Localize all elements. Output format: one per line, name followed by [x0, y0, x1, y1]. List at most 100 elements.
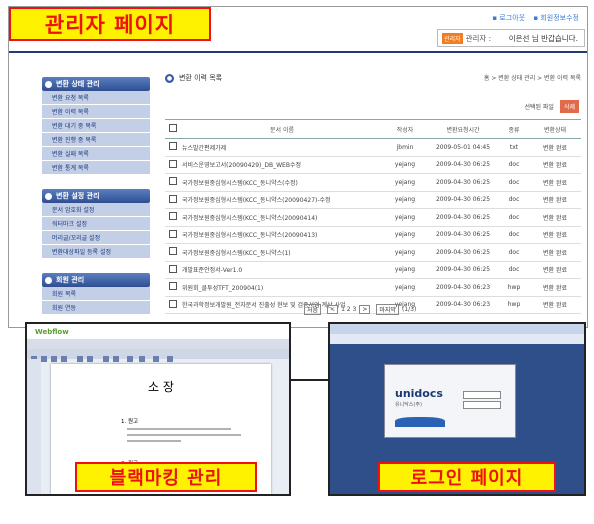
- login-screenshot: unidocs 유니닥스(주) 로그인 페이지: [328, 322, 586, 496]
- sidebar-section-members[interactable]: 회원 관리: [42, 273, 150, 287]
- sidebar-item[interactable]: 회원 목록: [42, 287, 150, 301]
- login-password-input[interactable]: [463, 401, 501, 409]
- table-row[interactable]: 국가정보원중심형시스템(KCC_동니약스(20090414) yejang 2009…: [165, 208, 581, 227]
- table-row[interactable]: 국가정보원중심형시스템(KCC_동니약스(20090427)-수정 yejang 2…: [165, 191, 581, 209]
- type-cell: hwp: [499, 296, 529, 314]
- main-content: ● 변환 이력 목록 홈 > 변환 상태 관리 > 변환 이력 목록 선택된 파일…: [165, 73, 585, 315]
- table-row[interactable]: 뉴스발간편제가제 jbmin 2009-05-01 04:45 txt 변환 완료: [165, 138, 581, 157]
- breadcrumb: 홈 > 변환 상태 관리 > 변환 이력 목록: [483, 75, 581, 82]
- col-author: 작성자: [383, 119, 427, 139]
- request-time-cell: 2009-05-01 04:45: [427, 138, 499, 157]
- author-cell: yejang: [383, 191, 427, 209]
- row-checkbox[interactable]: [169, 142, 177, 151]
- type-cell: doc: [499, 243, 529, 262]
- doc-name-cell[interactable]: 국가정보원중심형시스템(KCC_동니약스(수정): [181, 173, 383, 192]
- toolbar-icons: [31, 356, 173, 362]
- page-numbers[interactable]: 1 2 3: [341, 306, 356, 313]
- sidebar-item[interactable]: 문서 암호화 설정: [42, 203, 150, 217]
- next-page-button[interactable]: >: [359, 305, 371, 314]
- status-cell: 변환 완료: [529, 173, 581, 192]
- blackmarking-title-label: 블랙마킹 관리: [75, 462, 257, 492]
- sidebar-item[interactable]: 회원 연동: [42, 301, 150, 315]
- author-cell: yejang: [383, 226, 427, 244]
- admin-screenshot: 관리자 페이지 ▪ 로그아웃 ▪ 회원정보수정 관리자 관리자 : 이은선 님 …: [8, 6, 588, 328]
- status-cell: 변환 완료: [529, 138, 581, 157]
- selected-files-label[interactable]: 선택된 파일: [524, 102, 554, 111]
- sidebar-item[interactable]: 변환 통계 목록: [42, 161, 150, 175]
- table-row[interactable]: 개발표준안정서-Ver1.0 yejang 2009-04-30 06:25 doc 변…: [165, 261, 581, 279]
- status-cell: 변환 완료: [529, 156, 581, 174]
- type-cell: doc: [499, 261, 529, 279]
- row-checkbox[interactable]: [169, 299, 177, 308]
- table-row[interactable]: 국가정보원중심형시스템(KCC_동니약스(1) yejang 2009-04-30 …: [165, 243, 581, 262]
- doc-name-cell[interactable]: 국가정보원중심형시스템(KCC_동니약스(20090427)-수정: [181, 191, 383, 209]
- edit-profile-link[interactable]: ▪ 회원정보수정: [533, 14, 579, 22]
- row-checkbox[interactable]: [169, 264, 177, 273]
- row-checkbox[interactable]: [169, 247, 177, 256]
- doc-name-cell[interactable]: 개발표준안정서-Ver1.0: [181, 261, 383, 279]
- request-time-cell: 2009-04-30 06:25: [427, 226, 499, 244]
- row-checkbox[interactable]: [169, 159, 177, 168]
- row-checkbox[interactable]: [169, 282, 177, 291]
- unidocs-subtitle: 유니닥스(주): [395, 402, 422, 408]
- row-checkbox[interactable]: [169, 212, 177, 221]
- doc-name-cell[interactable]: 뉴스발간편제가제: [181, 138, 383, 157]
- connector-line: [287, 379, 328, 381]
- webflow-menubar: [27, 339, 289, 349]
- request-time-cell: 2009-04-30 06:25: [427, 261, 499, 279]
- browser-toolbar: [330, 324, 584, 334]
- table-row[interactable]: 국가정보원중심형시스템(KCC_동니약스(20090413) yejang 2009…: [165, 226, 581, 244]
- bullet-icon: [45, 80, 52, 88]
- bullet-icon: [45, 276, 52, 284]
- webflow-side-panel: [27, 359, 41, 494]
- type-cell: txt: [499, 138, 529, 157]
- login-decoration: [395, 417, 445, 427]
- row-checkbox[interactable]: [169, 194, 177, 203]
- status-cell: 변환 완료: [529, 191, 581, 209]
- request-time-cell: 2009-04-30 06:23: [427, 278, 499, 297]
- request-time-cell: 2009-04-30 06:25: [427, 208, 499, 227]
- table-row[interactable]: 국가정보원중심형시스템(KCC_동니약스(수정) yejang 2009-04-30…: [165, 173, 581, 192]
- status-cell: 변환 완료: [529, 226, 581, 244]
- last-page-button[interactable]: 마지막: [376, 304, 399, 315]
- first-page-button[interactable]: 처음: [304, 304, 322, 315]
- user-label: 관리자 :: [465, 33, 492, 43]
- sidebar-item[interactable]: 변환 진행 중 목록: [42, 133, 150, 147]
- user-badge: 관리자: [442, 32, 463, 44]
- row-checkbox[interactable]: [169, 177, 177, 186]
- sidebar-item[interactable]: 변환 실패 목록: [42, 147, 150, 161]
- table-row[interactable]: 서비스운영보고서(20090429)_DB_WEB수정 yejang 2009-04…: [165, 156, 581, 174]
- author-cell: yejang: [383, 208, 427, 227]
- doc-name-cell[interactable]: 서비스운영보고서(20090429)_DB_WEB수정: [181, 156, 383, 174]
- sidebar-item[interactable]: 변환 이력 목록: [42, 105, 150, 119]
- doc-name-cell[interactable]: 국가정보원중심형시스템(KCC_동니약스(20090414): [181, 208, 383, 227]
- sidebar-item[interactable]: 변환 요청 목록: [42, 91, 150, 105]
- login-id-input[interactable]: [463, 391, 501, 399]
- doc-name-cell[interactable]: 국가정보원중심형시스템(KCC_동니약스(1): [181, 243, 383, 262]
- doc-name-cell[interactable]: 위원회_클투성TFT_200904(1): [181, 278, 383, 297]
- sidebar-item[interactable]: 워터마크 설정: [42, 217, 150, 231]
- request-time-cell: 2009-04-30 06:25: [427, 191, 499, 209]
- sidebar-item[interactable]: 변환 대기 중 목록: [42, 119, 150, 133]
- col-request-time: 변환요청시간: [427, 119, 499, 139]
- prev-page-button[interactable]: <: [327, 305, 339, 314]
- sidebar-section-conversion-settings[interactable]: 변환 설정 관리: [42, 189, 150, 203]
- doc-name-cell[interactable]: 국가정보원중심형시스템(KCC_동니약스(20090413): [181, 226, 383, 244]
- user-greeting: 이은선 님 반갑습니다.: [508, 33, 578, 43]
- author-cell: jbmin: [383, 138, 427, 157]
- admin-page-title-label: 관리자 페이지: [9, 7, 211, 41]
- sidebar-item[interactable]: 머리글/꼬리글 설정: [42, 231, 150, 245]
- select-all-checkbox[interactable]: [169, 124, 177, 132]
- request-time-cell: 2009-04-30 06:25: [427, 243, 499, 262]
- table-row[interactable]: 위원회_클투성TFT_200904(1) yejang 2009-04-30 06:…: [165, 278, 581, 297]
- col-doc-name: 문서 이름: [181, 119, 383, 139]
- sidebar-item[interactable]: 변환대상파일 등록 설정: [42, 245, 150, 259]
- logout-link[interactable]: ▪ 로그아웃: [492, 14, 525, 22]
- status-cell: 변환 완료: [529, 208, 581, 227]
- row-checkbox[interactable]: [169, 229, 177, 238]
- sidebar-section-conversion-status[interactable]: 변환 상태 관리: [42, 77, 150, 91]
- delete-button[interactable]: 삭제: [559, 100, 579, 113]
- doc-title: 소 장: [148, 380, 174, 394]
- type-cell: doc: [499, 191, 529, 209]
- type-cell: doc: [499, 226, 529, 244]
